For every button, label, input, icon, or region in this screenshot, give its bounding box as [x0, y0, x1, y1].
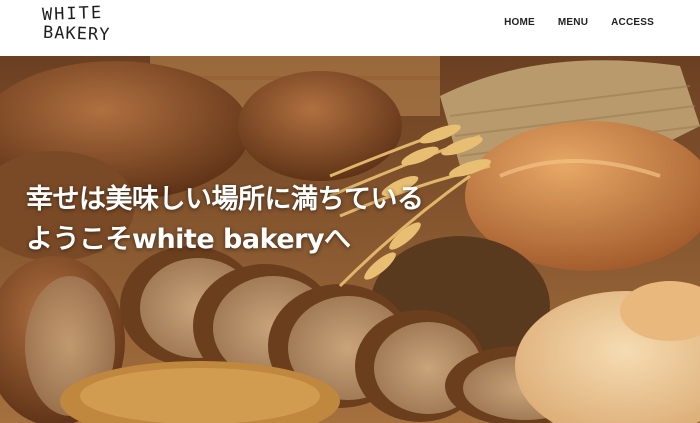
- hero-headline-line-2: ようこそwhite bakeryへ: [26, 224, 351, 255]
- main-nav: HOME MENU ACCESS: [504, 17, 654, 28]
- nav-access-link[interactable]: ACCESS: [611, 17, 654, 28]
- hero-headline: 幸せは美味しい場所に満ちている ようこそwhite bakeryへ: [26, 180, 424, 260]
- site-header: WHITE BAKERY HOME MENU ACCESS: [0, 0, 700, 56]
- hero-headline-line-1: 幸せは美味しい場所に満ちている: [26, 184, 424, 215]
- hero-section: 幸せは美味しい場所に満ちている ようこそwhite bakeryへ: [0, 56, 700, 423]
- nav-home-link[interactable]: HOME: [504, 17, 535, 28]
- nav-menu-link[interactable]: MENU: [558, 17, 588, 28]
- logo-line-1: WHITE: [41, 2, 104, 26]
- logo-line-2: BAKERY: [42, 22, 111, 46]
- logo[interactable]: WHITE BAKERY: [41, 2, 111, 46]
